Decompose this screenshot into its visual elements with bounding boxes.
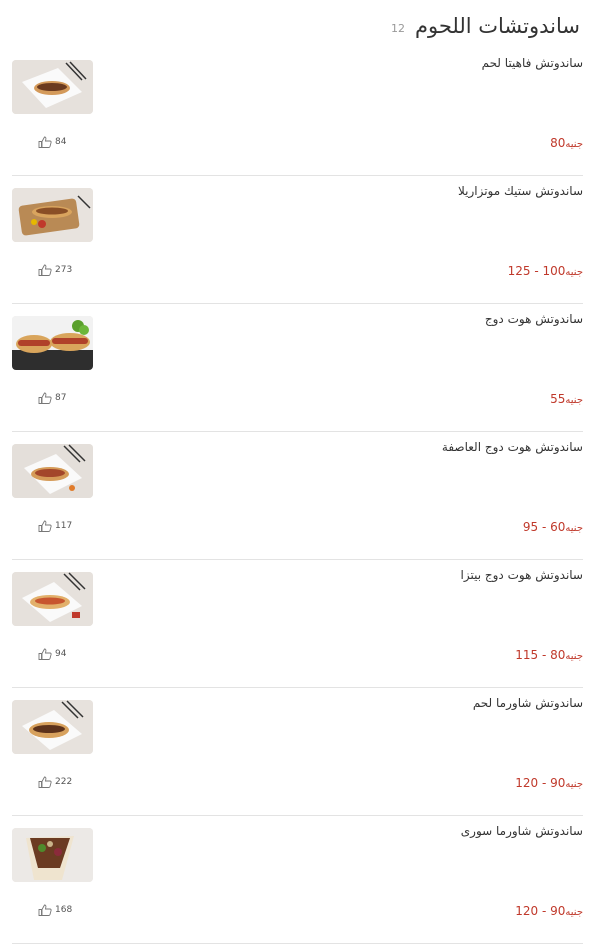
item-price: 55 جنيه — [550, 392, 583, 406]
thumbs-up-icon — [38, 136, 52, 148]
price-value: 55 — [550, 392, 566, 406]
fajita-sandwich-photo[interactable] — [12, 60, 93, 114]
pizza-hotdog-photo[interactable] — [12, 572, 93, 626]
item-price: 90 - 120 جنيه — [515, 904, 583, 918]
item-name[interactable]: ساندوتش شاورما سورى — [461, 824, 583, 838]
currency-label: جنيه — [565, 907, 583, 918]
like-button[interactable]: 94 — [38, 648, 66, 660]
item-price: 80 - 115 جنيه — [515, 648, 583, 662]
like-count: 222 — [55, 777, 73, 787]
price-value: 90 - 120 — [515, 904, 566, 918]
menu-item[interactable]: ساندوتش شاورما سورى 168 90 - 120 جنيه — [12, 816, 583, 944]
menu-item[interactable]: ساندوتش فاهيتا لحم 84 80 جنيه — [12, 48, 583, 176]
like-count: 94 — [55, 649, 67, 659]
item-name[interactable]: ساندوتش شاورما لحم — [473, 696, 583, 710]
currency-label: جنيه — [565, 395, 583, 406]
like-button[interactable]: 273 — [38, 264, 72, 276]
item-price: 100 - 125 جنيه — [508, 264, 583, 278]
like-button[interactable]: 117 — [38, 520, 72, 532]
thumbs-up-icon — [38, 776, 52, 788]
thumbs-up-icon — [38, 648, 52, 660]
beef-shawarma-photo[interactable] — [12, 700, 93, 754]
storm-hotdog-photo[interactable] — [12, 444, 93, 498]
menu-item[interactable]: ساندوتش هوت دوج بيتزا 94 80 - 115 جنيه — [12, 560, 583, 688]
steak-mozzarella-photo[interactable] — [12, 188, 93, 242]
item-name[interactable]: ساندوتش هوت دوج العاصفة — [442, 440, 583, 454]
item-price: 80 جنيه — [550, 136, 583, 150]
item-name[interactable]: ساندوتش ستيك موتزاريلا — [458, 184, 583, 198]
section-title: ساندوتشات اللحوم — [414, 14, 580, 38]
item-name[interactable]: ساندوتش فاهيتا لحم — [482, 56, 583, 70]
currency-label: جنيه — [565, 523, 583, 534]
thumbs-up-icon — [38, 904, 52, 916]
price-value: 90 - 120 — [515, 776, 566, 790]
menu-item[interactable]: ساندوتش ستيك موتزاريلا 273 100 - 125 جني… — [12, 176, 583, 304]
item-name[interactable]: ساندوتش هوت دوج — [485, 312, 583, 326]
currency-label: جنيه — [565, 139, 583, 150]
like-count: 87 — [55, 393, 67, 403]
like-button[interactable]: 168 — [38, 904, 72, 916]
item-price: 60 - 95 جنيه — [523, 520, 583, 534]
section-header: ساندوتشات اللحوم 12 — [391, 8, 580, 44]
like-count: 168 — [55, 905, 73, 915]
menu-item[interactable]: ساندوتش هوت دوج العاصفة 117 60 - 95 جنيه — [12, 432, 583, 560]
like-count: 84 — [55, 137, 67, 147]
currency-label: جنيه — [565, 267, 583, 278]
thumbs-up-icon — [38, 264, 52, 276]
like-count: 117 — [55, 521, 73, 531]
price-value: 100 - 125 — [507, 264, 566, 278]
like-button[interactable]: 222 — [38, 776, 72, 788]
like-button[interactable]: 84 — [38, 136, 66, 148]
currency-label: جنيه — [565, 651, 583, 662]
menu-item[interactable]: ساندوتش هوت دوج 87 55 جنيه — [12, 304, 583, 432]
price-value: 60 - 95 — [522, 520, 566, 534]
price-value: 80 — [550, 136, 566, 150]
like-button[interactable]: 87 — [38, 392, 66, 404]
thumbs-up-icon — [38, 520, 52, 532]
thumbs-up-icon — [38, 392, 52, 404]
currency-label: جنيه — [565, 779, 583, 790]
menu-page: ساندوتشات اللحوم 12 ساندوتش فاهيتا لحم 8… — [0, 0, 592, 944]
price-value: 80 - 115 — [515, 648, 566, 662]
hotdog-photo[interactable] — [12, 316, 93, 370]
item-price: 90 - 120 جنيه — [515, 776, 583, 790]
like-count: 273 — [55, 265, 73, 275]
menu-item[interactable]: ساندوتش شاورما لحم 222 90 - 120 جنيه — [12, 688, 583, 816]
item-name[interactable]: ساندوتش هوت دوج بيتزا — [461, 568, 583, 582]
syrian-shawarma-photo[interactable] — [12, 828, 93, 882]
section-item-count: 12 — [390, 21, 405, 35]
